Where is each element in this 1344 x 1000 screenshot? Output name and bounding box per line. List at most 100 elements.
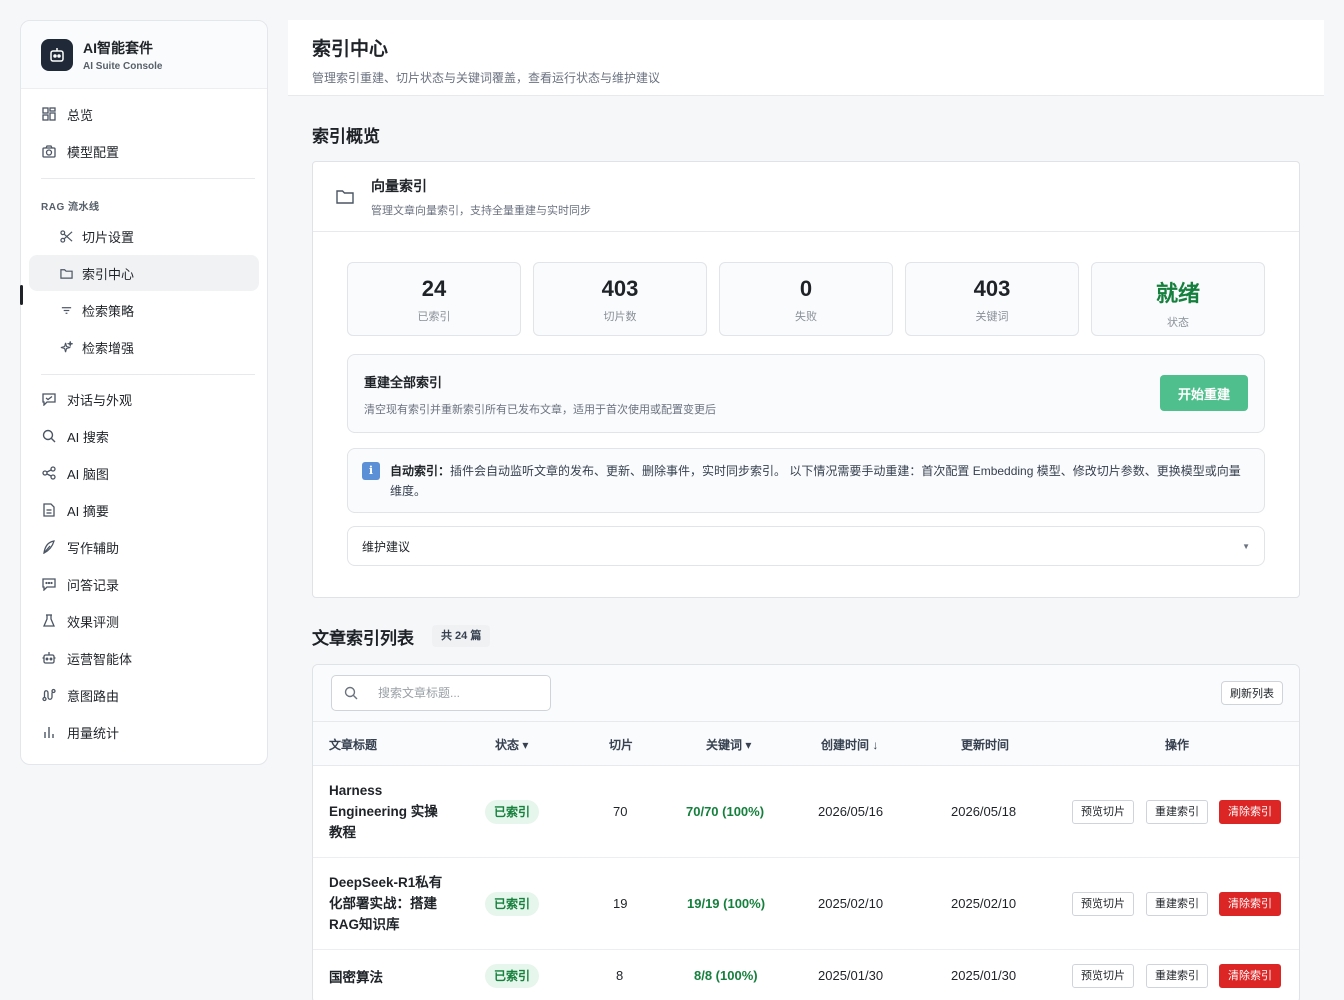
sidebar-item-label: 问答记录 bbox=[67, 577, 120, 593]
column-actions: 操作 bbox=[1165, 738, 1190, 752]
start-rebuild-button[interactable]: 开始重建 bbox=[1160, 375, 1248, 411]
article-count-badge: 共 24 篇 bbox=[432, 625, 491, 647]
column-status[interactable]: 状态 ▾ bbox=[495, 736, 528, 753]
sidebar: AI智能套件 AI Suite Console 总览 模型配置 RAG 流水线 … bbox=[20, 20, 268, 765]
page-title: 索引中心 bbox=[312, 39, 389, 60]
feather-icon bbox=[41, 539, 57, 555]
table-row: DeepSeek-R1私有化部署实战：搭建RAG知识库 已索引 19 19/19… bbox=[313, 858, 1299, 950]
stat-label: 已索引 bbox=[417, 311, 451, 323]
sidebar-item-index-center[interactable]: 索引中心 bbox=[29, 255, 259, 291]
search-input[interactable] bbox=[378, 686, 528, 700]
page-header: 索引中心 管理索引重建、切片状态与关键词覆盖，查看运行状态与维护建议 bbox=[288, 20, 1324, 96]
stat-label: 失败 bbox=[795, 311, 817, 323]
stat-failed: 0 失败 bbox=[719, 262, 893, 336]
clear-index-button[interactable]: 清除索引 bbox=[1219, 892, 1281, 916]
article-title: DeepSeek-R1私有化部署实战：搭建RAG知识库 bbox=[329, 875, 443, 932]
info-label: 自动索引： bbox=[390, 464, 451, 478]
preview-chunks-button[interactable]: 预览切片 bbox=[1072, 800, 1134, 824]
search-box bbox=[331, 675, 551, 711]
article-title: 国密算法 bbox=[329, 970, 383, 985]
sidebar-item-label: 运营智能体 bbox=[67, 651, 133, 667]
sidebar-item-label: 模型配置 bbox=[67, 144, 120, 160]
sidebar-item-label: 意图路由 bbox=[67, 688, 120, 704]
info-icon: i bbox=[362, 462, 380, 480]
column-chunks: 切片 bbox=[609, 738, 634, 752]
sidebar-item-model-config[interactable]: 模型配置 bbox=[29, 133, 259, 169]
stat-label: 切片数 bbox=[603, 311, 637, 323]
sidebar-item-label: AI 脑图 bbox=[67, 466, 109, 482]
section-heading-articles: 文章索引列表 bbox=[312, 629, 414, 648]
sidebar-item-label: 总览 bbox=[67, 107, 94, 123]
brand-subtitle: AI Suite Console bbox=[83, 60, 163, 72]
article-table: 刷新列表 文章标题 状态 ▾ 切片 关键词 ▾ 创建时间 ↓ 更新时间 操作 H… bbox=[312, 664, 1300, 1000]
stat-value: 24 bbox=[421, 276, 447, 301]
stat-label: 关键词 bbox=[975, 311, 1009, 323]
clear-index-button[interactable]: 清除索引 bbox=[1219, 800, 1281, 824]
search-icon bbox=[344, 686, 358, 700]
article-title: Harness Engineering 实操教程 bbox=[329, 783, 438, 840]
route-icon bbox=[41, 687, 57, 703]
sidebar-item-label: 用量统计 bbox=[67, 725, 120, 741]
card-header: 向量索引 管理文章向量索引，支持全量重建与实时同步 bbox=[313, 162, 1299, 232]
document-icon bbox=[41, 502, 57, 518]
column-keywords[interactable]: 关键词 ▾ bbox=[706, 736, 751, 753]
sidebar-item-label: AI 搜索 bbox=[67, 429, 109, 445]
message-square-icon bbox=[41, 391, 57, 407]
keyword-coverage: 8/8 (100%) bbox=[694, 968, 758, 983]
sidebar-item-label: 切片设置 bbox=[82, 229, 135, 245]
section-label-rag: RAG 流水线 bbox=[41, 202, 100, 213]
preview-chunks-button[interactable]: 预览切片 bbox=[1072, 892, 1134, 916]
divider bbox=[41, 178, 255, 179]
sidebar-item-chat-appearance[interactable]: 对话与外观 bbox=[29, 381, 259, 417]
sidebar-item-retrieval-enhance[interactable]: 检索增强 bbox=[29, 329, 259, 365]
updated-date: 2025/02/10 bbox=[951, 896, 1017, 911]
sidebar-item-chunk-settings[interactable]: 切片设置 bbox=[29, 218, 259, 254]
reindex-button[interactable]: 重建索引 bbox=[1146, 964, 1208, 988]
section-heading-overview: 索引概览 bbox=[312, 127, 380, 146]
stat-value: 0 bbox=[799, 276, 813, 301]
filter-icon bbox=[59, 303, 73, 317]
reindex-button[interactable]: 重建索引 bbox=[1146, 800, 1208, 824]
sidebar-item-usage-stats[interactable]: 用量统计 bbox=[29, 714, 259, 750]
stat-label: 状态 bbox=[1167, 317, 1189, 329]
chunk-count: 8 bbox=[616, 968, 624, 983]
column-created[interactable]: 创建时间 ↓ bbox=[821, 736, 878, 753]
info-text: 插件会自动监听文章的发布、更新、删除事件，实时同步索引。 以下情况需要手动重建：… bbox=[390, 464, 1241, 498]
chat-dots-icon bbox=[41, 576, 57, 592]
sidebar-item-qa-records[interactable]: 问答记录 bbox=[29, 566, 259, 602]
updated-date: 2026/05/18 bbox=[951, 804, 1017, 819]
sidebar-item-ai-search[interactable]: AI 搜索 bbox=[29, 418, 259, 454]
camera-icon bbox=[41, 143, 57, 159]
sidebar-item-label: 对话与外观 bbox=[67, 392, 133, 408]
card-title: 向量索引 bbox=[371, 177, 427, 194]
preview-chunks-button[interactable]: 预览切片 bbox=[1072, 964, 1134, 988]
clear-index-button[interactable]: 清除索引 bbox=[1219, 964, 1281, 988]
reindex-button[interactable]: 重建索引 bbox=[1146, 892, 1208, 916]
table-row: 国密算法 已索引 8 8/8 (100%) 2025/01/30 2025/01… bbox=[313, 950, 1299, 1000]
keyword-coverage: 70/70 (100%) bbox=[686, 804, 765, 819]
folder-icon bbox=[59, 266, 73, 280]
maintenance-accordion[interactable]: 维护建议 ▼ bbox=[347, 526, 1265, 566]
sidebar-item-writing-assist[interactable]: 写作辅助 bbox=[29, 529, 259, 565]
sidebar-item-ops-agent[interactable]: 运营智能体 bbox=[29, 640, 259, 676]
sidebar-item-ai-summary[interactable]: AI 摘要 bbox=[29, 492, 259, 528]
folder-icon bbox=[333, 185, 357, 209]
sidebar-item-retrieval-strategy[interactable]: 检索策略 bbox=[29, 292, 259, 328]
refresh-list-button[interactable]: 刷新列表 bbox=[1221, 681, 1283, 705]
column-updated: 更新时间 bbox=[961, 738, 1010, 752]
created-date: 2025/01/30 bbox=[818, 968, 884, 983]
card-description: 管理文章向量索引，支持全量重建与实时同步 bbox=[371, 204, 591, 217]
sidebar-item-evaluation[interactable]: 效果评测 bbox=[29, 603, 259, 639]
sidebar-item-label: 索引中心 bbox=[82, 266, 135, 282]
stat-value: 就绪 bbox=[1155, 281, 1200, 306]
table-row: Harness Engineering 实操教程 已索引 70 70/70 (1… bbox=[313, 766, 1299, 858]
sidebar-item-ai-mindmap[interactable]: AI 脑图 bbox=[29, 455, 259, 491]
share-nodes-icon bbox=[41, 465, 57, 481]
auto-index-info: i 自动索引：插件会自动监听文章的发布、更新、删除事件，实时同步索引。 以下情况… bbox=[347, 448, 1265, 513]
created-date: 2026/05/16 bbox=[818, 804, 884, 819]
sidebar-item-intent-routing[interactable]: 意图路由 bbox=[29, 677, 259, 713]
sidebar-item-overview[interactable]: 总览 bbox=[29, 96, 259, 132]
keyword-coverage: 19/19 (100%) bbox=[687, 896, 766, 911]
status-badge: 已索引 bbox=[485, 964, 540, 988]
page-description: 管理索引重建、切片状态与关键词覆盖，查看运行状态与维护建议 bbox=[312, 71, 661, 85]
